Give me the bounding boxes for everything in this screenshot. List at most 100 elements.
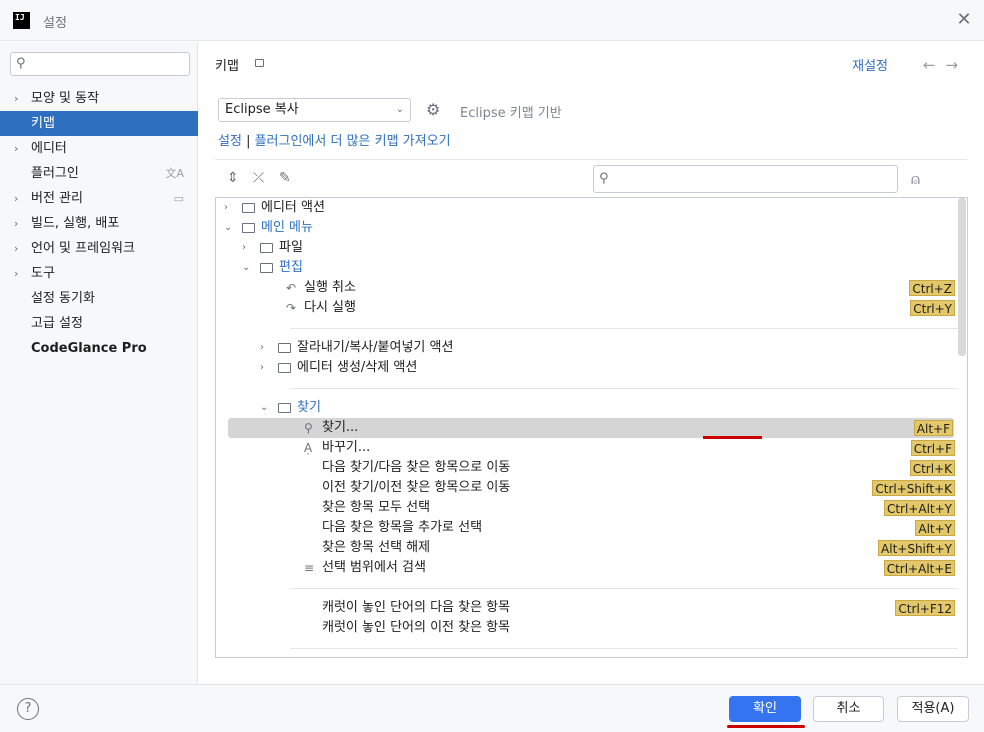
sidebar-item-label: 도구 xyxy=(31,266,55,281)
tree-action-row[interactable]: ↷ 다시 실행 Ctrl+Y xyxy=(216,298,956,318)
sidebar-item-label: 모양 및 동작 xyxy=(31,91,100,106)
collapse-all-icon[interactable]: ⤫ xyxy=(253,170,279,186)
chevron-down-icon[interactable]: ⌄ xyxy=(224,218,232,238)
tree-action-row[interactable]: Ạ 바꾸기... Ctrl+F xyxy=(216,438,956,458)
sidebar-item[interactable]: CodeGlance Pro xyxy=(0,336,198,361)
tree-action-row[interactable]: ≡ 선택 범위에서 검색 Ctrl+Alt+E xyxy=(216,558,956,578)
chevron-right-icon[interactable]: › xyxy=(242,238,246,258)
tree-action-row[interactable]: ↶ 실행 취소 Ctrl+Z xyxy=(216,278,956,298)
undo-icon: ↶ xyxy=(286,281,297,295)
tree-action-row[interactable]: 찾은 항목 모두 선택 Ctrl+Alt+Y xyxy=(216,498,956,518)
sidebar-item-label: 버전 관리 xyxy=(31,191,83,206)
chevron-right-icon[interactable]: › xyxy=(14,261,18,286)
edit-icon[interactable]: ✎ xyxy=(279,170,305,186)
tree-folder-row[interactable]: ⌄ 찾기 xyxy=(216,398,956,418)
gear-icon[interactable]: ⚙ xyxy=(426,100,440,119)
sidebar-item-label: 플러그인 xyxy=(31,166,79,181)
chevron-right-icon[interactable]: › xyxy=(14,211,18,236)
replace-icon: Ạ xyxy=(304,441,313,455)
tree-action-row[interactable]: ⚲ 찾기... Alt+F xyxy=(228,418,954,438)
shortcut-badge: Ctrl+Z xyxy=(909,280,955,296)
window-icon: ▭ xyxy=(173,192,184,205)
shortcut-badge: Alt+Y xyxy=(915,520,955,536)
breadcrumb: 키맵 xyxy=(215,59,239,74)
folder-icon xyxy=(278,363,291,373)
keymap-panel: 키맵 재설정 ← → Eclipse 복사 ⌄ ⚙ Eclipse 키맵 기반 설… xyxy=(199,42,984,684)
tree-action-row[interactable]: 다음 찾은 항목을 추가로 선택 Alt+Y xyxy=(216,518,956,538)
tree-row-label: 편집 xyxy=(279,260,303,275)
annotation-underline xyxy=(727,725,805,728)
tree-separator xyxy=(290,328,958,329)
ok-button[interactable]: 확인 xyxy=(729,696,801,722)
sidebar-item[interactable]: 키맵 xyxy=(0,111,198,136)
chevron-right-icon[interactable]: › xyxy=(14,236,18,261)
sidebar-item[interactable]: › 에디터 xyxy=(0,136,198,161)
expand-all-icon[interactable]: ⇕ xyxy=(227,170,253,186)
tree-folder-row[interactable]: › 잘라내기/복사/붙여넣기 액션 xyxy=(216,338,956,358)
sidebar-list: › 모양 및 동작 키맵 › 에디터 플러그인 文A › 버전 관리 ▭ › 빌드, 실행, 배포 › 언… xyxy=(0,86,198,361)
tree-folder-row[interactable]: › 파일 xyxy=(216,238,956,258)
chevron-right-icon[interactable]: › xyxy=(260,338,264,358)
tree-folder-row[interactable]: › 에디터 생성/삭제 액션 xyxy=(216,358,956,378)
settings-link[interactable]: 설정 xyxy=(218,134,242,149)
tree-folder-row[interactable]: ⌄ 메인 메뉴 xyxy=(216,218,956,238)
shortcut-badge: Ctrl+F xyxy=(910,440,955,456)
cancel-button[interactable]: 취소 xyxy=(813,696,884,722)
chevron-right-icon[interactable]: › xyxy=(14,86,18,111)
close-icon[interactable]: ✕ xyxy=(954,10,974,30)
help-button[interactable]: ? xyxy=(17,698,39,720)
tree-action-row[interactable]: 다음 찾기/다음 찾은 항목으로 이동 Ctrl+K xyxy=(216,458,956,478)
chevron-right-icon[interactable]: › xyxy=(14,136,18,161)
search-icon: ⚲ xyxy=(304,421,313,435)
tree-separator xyxy=(290,648,958,649)
keymap-search-input[interactable]: ⚲ xyxy=(593,165,898,193)
vertical-scrollbar[interactable] xyxy=(958,198,966,356)
tree-row-label: 바꾸기... xyxy=(322,440,371,455)
sidebar-item[interactable]: › 모양 및 동작 xyxy=(0,86,198,111)
tree-row-label: 다음 찾기/다음 찾은 항목으로 이동 xyxy=(322,460,511,475)
search-icon: ⚲ xyxy=(16,56,26,71)
shortcut-badge: Alt+Shift+Y xyxy=(878,540,955,556)
tree-action-row[interactable]: 찾은 항목 선택 해제 Alt+Shift+Y xyxy=(216,538,956,558)
dialog-footer: ? 확인 취소 적용(A) xyxy=(0,684,984,732)
tree-folder-row[interactable]: ⌄ 편집 xyxy=(216,258,956,278)
settings-sidebar: ⚲ › 모양 및 동작 키맵 › 에디터 플러그인 文A › 버전 관리 ▭ › 빌드, 실행, 배포… xyxy=(0,42,198,684)
sidebar-search-input[interactable]: ⚲ xyxy=(10,52,190,76)
tree-action-row[interactable]: 캐럿이 놓인 단어의 다음 찾은 항목 Ctrl+F12 xyxy=(216,598,956,618)
divider xyxy=(215,159,967,160)
tree-action-row[interactable]: 캐럿이 놓인 단어의 이전 찾은 항목 xyxy=(216,618,956,638)
sidebar-item[interactable]: › 언어 및 프레임워크 xyxy=(0,236,198,261)
chevron-right-icon[interactable]: › xyxy=(260,358,264,378)
folder-icon xyxy=(242,203,255,213)
search-icon: ⚲ xyxy=(599,171,609,186)
keymap-select[interactable]: Eclipse 복사 ⌄ xyxy=(218,98,411,122)
forward-arrow-icon[interactable]: → xyxy=(945,56,958,74)
sidebar-item[interactable]: › 버전 관리 ▭ xyxy=(0,186,198,211)
keymap-select-value: Eclipse 복사 xyxy=(225,102,299,117)
sidebar-item-label: 고급 설정 xyxy=(31,316,83,331)
tree-row-label: 찾기... xyxy=(322,420,359,435)
folder-icon xyxy=(260,263,273,273)
tree-folder-row[interactable]: › 에디터 액션 xyxy=(216,198,956,218)
link-separator: | xyxy=(246,134,251,149)
find-by-shortcut-icon[interactable]: ⍝ xyxy=(911,170,920,188)
tree-row-label: 다시 실행 xyxy=(304,300,356,315)
sidebar-item[interactable]: 고급 설정 xyxy=(0,311,198,336)
back-arrow-icon[interactable]: ← xyxy=(923,56,936,74)
folder-icon xyxy=(242,223,255,233)
import-keymaps-link[interactable]: 플러그인에서 더 많은 키맵 가져오기 xyxy=(255,134,451,149)
folder-icon xyxy=(278,403,291,413)
chevron-down-icon[interactable]: ⌄ xyxy=(242,258,250,278)
chevron-down-icon[interactable]: ⌄ xyxy=(260,398,268,418)
reset-link[interactable]: 재설정 xyxy=(852,55,888,74)
sidebar-item[interactable]: › 도구 xyxy=(0,261,198,286)
chevron-right-icon[interactable]: › xyxy=(224,198,228,218)
chevron-right-icon[interactable]: › xyxy=(14,186,18,211)
sidebar-item[interactable]: › 빌드, 실행, 배포 xyxy=(0,211,198,236)
tree-action-row[interactable]: 이전 찾기/이전 찾은 항목으로 이동 Ctrl+Shift+K xyxy=(216,478,956,498)
apply-button[interactable]: 적용(A) xyxy=(897,696,969,722)
annotation-underline xyxy=(703,436,762,439)
nav-arrows: ← → xyxy=(913,56,958,74)
sidebar-item[interactable]: 플러그인 文A xyxy=(0,161,198,186)
sidebar-item[interactable]: 설정 동기화 xyxy=(0,286,198,311)
